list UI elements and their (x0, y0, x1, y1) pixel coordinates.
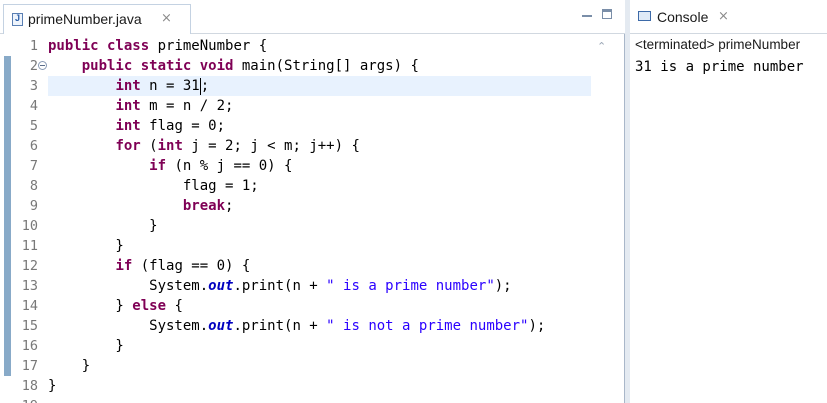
minimize-icon[interactable] (582, 11, 592, 17)
code-line[interactable]: 2 public static void main(String[] args)… (0, 56, 625, 76)
close-icon[interactable]: ⨯ (718, 8, 729, 24)
change-marker (4, 356, 11, 376)
code-line[interactable]: 12 if (flag == 0) { (0, 256, 625, 276)
code-line[interactable]: 19 (0, 396, 625, 403)
change-marker (4, 276, 11, 296)
code-text: flag = 1; (48, 178, 259, 194)
code-text: public static void main(String[] args) { (81, 58, 419, 74)
code-text: if (flag == 0) { (115, 258, 251, 274)
line-number: 8 (29, 178, 38, 194)
line-number: 1 (29, 38, 38, 54)
code-text: break; (182, 198, 234, 214)
line-number: 2 (29, 58, 38, 74)
editor-tab-bar: primeNumber.java ⨯ (0, 0, 625, 34)
line-number: 19 (12, 396, 38, 403)
code-line[interactable]: 6 for (int j = 2; j < m; j++) { (0, 136, 625, 156)
code-text: } (48, 338, 124, 354)
line-number: 18 (21, 378, 38, 394)
code-text: } (48, 218, 158, 234)
change-marker (4, 236, 11, 256)
code-line[interactable]: 13 System.out.print(n + " is a prime num… (0, 276, 625, 296)
code-text: if (n % j == 0) { (149, 158, 293, 174)
code-text: System.out.print(n + " is a prime number… (48, 278, 512, 294)
console-icon (638, 11, 651, 21)
code-line[interactable]: 16 } (0, 336, 625, 356)
line-number: 6 (29, 138, 38, 154)
code-line[interactable]: 15 System.out.print(n + " is not a prime… (0, 316, 625, 336)
code-line[interactable]: 10 } (0, 216, 625, 236)
line-number: 15 (21, 318, 38, 334)
code-text: int n = 31; (115, 77, 210, 95)
code-line[interactable]: 9 break; (0, 196, 625, 216)
code-text: } (48, 358, 91, 374)
code-line[interactable]: 7 if (n % j == 0) { (0, 156, 625, 176)
line-number: 17 (21, 358, 38, 374)
console-tab-bar: Console ⨯ (630, 0, 827, 34)
line-number: 7 (29, 158, 38, 174)
line-number: 14 (21, 298, 38, 314)
change-marker (4, 336, 11, 356)
line-number: 5 (29, 118, 38, 134)
editor-pane: primeNumber.java ⨯ 1 public class primeNu… (0, 0, 625, 403)
change-marker (4, 296, 11, 316)
change-marker (4, 156, 11, 176)
code-line[interactable]: 11 } (0, 236, 625, 256)
code-text: } (48, 378, 57, 394)
code-text: } (48, 238, 124, 254)
code-text: int m = n / 2; (115, 98, 234, 114)
change-marker (4, 96, 11, 116)
code-line[interactable]: 18} (0, 376, 625, 396)
change-marker (4, 216, 11, 236)
line-number: 10 (21, 218, 38, 234)
code-line[interactable]: 4 int m = n / 2; (0, 96, 625, 116)
change-marker (4, 136, 11, 156)
code-text: } else { (48, 298, 183, 314)
change-marker (4, 256, 11, 276)
code-line[interactable]: 3 int n = 31; (0, 76, 625, 96)
maximize-icon[interactable] (602, 9, 612, 19)
code-line[interactable]: 14 } else { (0, 296, 625, 316)
line-number: 11 (21, 238, 38, 254)
code-text: for (int j = 2; j < m; j++) { (115, 138, 360, 154)
line-number: 13 (21, 278, 38, 294)
line-number: 4 (29, 98, 38, 114)
code-line[interactable]: 5 int flag = 0; (0, 116, 625, 136)
code-line[interactable]: 1 public class primeNumber { (0, 36, 625, 56)
change-marker (4, 56, 11, 76)
console-pane: Console ⨯ <terminated> primeNumber 31 is… (630, 0, 827, 403)
change-marker (4, 196, 11, 216)
fold-collapse-icon[interactable] (38, 61, 47, 70)
line-number: 3 (29, 78, 38, 94)
code-text: System.out.print(n + " is not a prime nu… (48, 318, 546, 334)
code-line[interactable]: 17 } (0, 356, 625, 376)
code-text: int flag = 0; (115, 118, 226, 134)
editor-tab-primenumber[interactable]: primeNumber.java ⨯ (3, 4, 191, 34)
editor-tab-label: primeNumber.java (28, 11, 142, 27)
line-number: 16 (21, 338, 38, 354)
code-editor[interactable]: 1 public class primeNumber { 2 public stat… (0, 36, 625, 403)
close-icon[interactable]: ⨯ (161, 10, 172, 26)
code-text: public class primeNumber { (48, 38, 268, 54)
console-tab-label[interactable]: Console (657, 9, 708, 25)
console-status: <terminated> primeNumber (635, 37, 801, 52)
change-marker (4, 176, 11, 196)
java-file-icon (12, 13, 23, 26)
change-marker (4, 116, 11, 136)
change-marker (4, 76, 11, 96)
line-number: 9 (29, 198, 38, 214)
console-output: 31 is a prime number (635, 59, 804, 75)
change-marker (4, 316, 11, 336)
scroll-up-icon[interactable]: ⌃ (597, 40, 606, 53)
line-number: 12 (21, 258, 38, 274)
code-line[interactable]: 8 flag = 1; (0, 176, 625, 196)
